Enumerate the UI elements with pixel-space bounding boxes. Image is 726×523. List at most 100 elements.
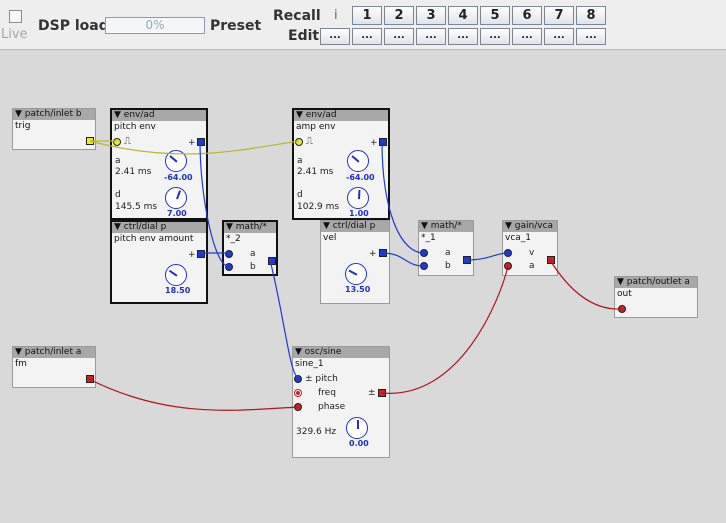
- preset-edit-button-i[interactable]: ...: [320, 28, 350, 45]
- decay-value: 145.5 ms: [115, 202, 158, 212]
- object-header[interactable]: ▼ env/ad: [294, 110, 388, 121]
- object-header[interactable]: ▼ math/*: [224, 222, 276, 233]
- outlet-sign: ±: [368, 388, 376, 398]
- object-header[interactable]: ▼ env/ad: [112, 110, 206, 121]
- instance-name: amp env: [296, 122, 336, 132]
- inlet-a-port[interactable]: [225, 250, 233, 258]
- preset-recall-button-8[interactable]: 8: [576, 6, 606, 25]
- trigger-icon: ⎍: [124, 136, 131, 147]
- dsp-load-meter: 0%: [105, 17, 205, 34]
- instance-name: pitch env amount: [114, 234, 194, 244]
- dial-outlet-port[interactable]: [197, 250, 205, 258]
- instance-name: sine_1: [295, 359, 324, 369]
- dial-value: 18.50: [165, 286, 191, 295]
- inlet-v-port[interactable]: [504, 249, 512, 257]
- preset-recall-button-1[interactable]: 1: [352, 6, 382, 25]
- instance-name: vca_1: [505, 233, 532, 243]
- object-header[interactable]: ▼ math/*: [419, 221, 473, 232]
- object-header[interactable]: ▼ ctrl/dial p: [112, 222, 206, 233]
- inlet-port[interactable]: [618, 305, 626, 313]
- dial-outlet-port[interactable]: [379, 249, 387, 257]
- trig-inlet-port[interactable]: [295, 138, 303, 146]
- preset-recall-button-3[interactable]: 3: [416, 6, 446, 25]
- preset-edit-button-7[interactable]: ...: [544, 28, 574, 45]
- decay-knob[interactable]: [165, 187, 187, 209]
- wave-outlet-port[interactable]: [378, 389, 386, 397]
- preset-recall-button-2[interactable]: 2: [384, 6, 414, 25]
- vel-dial-object[interactable]: ▼ ctrl/dial p vel + 13.50: [320, 220, 390, 304]
- pitch-knob[interactable]: [346, 417, 368, 439]
- outlet-port[interactable]: [86, 137, 94, 145]
- inlet-a-label: a: [529, 261, 535, 271]
- preset-edit-button-8[interactable]: ...: [576, 28, 606, 45]
- preset-edit-button-3[interactable]: ...: [416, 28, 446, 45]
- phase-inlet-label: phase: [318, 402, 346, 412]
- trig-inlet-port[interactable]: [113, 138, 121, 146]
- instance-name: out: [617, 289, 632, 299]
- env-outlet-port[interactable]: [379, 138, 387, 146]
- outlet-port[interactable]: [86, 375, 94, 383]
- recall-info-button[interactable]: i: [334, 8, 338, 23]
- inlet-a-port[interactable]: [504, 262, 512, 270]
- live-checkbox[interactable]: [9, 10, 22, 23]
- preset-edit-button-2[interactable]: ...: [384, 28, 414, 45]
- pitch-env-amount-dial-object[interactable]: ▼ ctrl/dial p pitch env amount + 18.50: [110, 220, 208, 304]
- phase-inlet-port[interactable]: [294, 403, 302, 411]
- outlet-port[interactable]: [463, 256, 471, 264]
- preset-recall-button-5[interactable]: 5: [480, 6, 510, 25]
- object-header[interactable]: ▼ osc/sine: [293, 347, 389, 358]
- attack-knob[interactable]: [165, 150, 187, 172]
- object-header[interactable]: ▼ patch/inlet b: [13, 109, 95, 120]
- decay-knob-value: 1.00: [349, 209, 369, 218]
- dsp-load-label: DSP load: [38, 18, 109, 34]
- preset-edit-button-4[interactable]: ...: [448, 28, 478, 45]
- attack-value: 2.41 ms: [297, 167, 334, 177]
- preset-recall-button-6[interactable]: 6: [512, 6, 542, 25]
- inlet-a-object[interactable]: ▼ patch/inlet a fm: [12, 346, 96, 388]
- inlet-a-label: a: [445, 248, 451, 258]
- dial-knob[interactable]: [345, 263, 367, 285]
- inlet-a-port[interactable]: [420, 249, 428, 257]
- inlet-b-port[interactable]: [420, 262, 428, 270]
- preset-edit-button-5[interactable]: ...: [480, 28, 510, 45]
- decay-knob[interactable]: [347, 187, 369, 209]
- object-header[interactable]: ▼ ctrl/dial p: [321, 221, 389, 232]
- freq-inlet-port[interactable]: [294, 389, 302, 397]
- instance-name: *_2: [226, 234, 241, 244]
- pitch-env-object[interactable]: ▼ env/ad pitch env ⎍ + a 2.41 ms -64.00 …: [110, 108, 208, 220]
- attack-value: 2.41 ms: [115, 167, 152, 177]
- env-outlet-port[interactable]: [197, 138, 205, 146]
- outlet-port[interactable]: [547, 256, 555, 264]
- decay-label: d: [297, 190, 303, 200]
- inlet-b-label: b: [445, 261, 451, 271]
- inlet-b-object[interactable]: ▼ patch/inlet b trig: [12, 108, 96, 150]
- preset-recall-button-4[interactable]: 4: [448, 6, 478, 25]
- outlet-sign: +: [370, 138, 378, 148]
- instance-name: vel: [323, 233, 337, 243]
- outlet-sign: +: [188, 138, 196, 148]
- object-header[interactable]: ▼ gain/vca: [503, 221, 557, 232]
- instance-name: trig: [15, 121, 31, 131]
- outlet-a-object[interactable]: ▼ patch/outlet a out: [614, 276, 698, 318]
- attack-knob[interactable]: [347, 150, 369, 172]
- vca-object[interactable]: ▼ gain/vca vca_1 v a: [502, 220, 558, 276]
- amp-env-object[interactable]: ▼ env/ad amp env ⎍ + a 2.41 ms -64.00 d …: [292, 108, 390, 220]
- preset-edit-button-6[interactable]: ...: [512, 28, 542, 45]
- multiply-1-object[interactable]: ▼ math/* *_1 a b: [418, 220, 474, 276]
- sine-osc-object[interactable]: ▼ osc/sine sine_1 ± pitch freq phase ± 3…: [292, 346, 390, 458]
- preset-edit-button-1[interactable]: ...: [352, 28, 382, 45]
- recall-label: Recall: [273, 8, 321, 24]
- object-header[interactable]: ▼ patch/outlet a: [615, 277, 697, 288]
- preset-recall-button-7[interactable]: 7: [544, 6, 574, 25]
- outlet-port[interactable]: [268, 257, 276, 265]
- object-header[interactable]: ▼ patch/inlet a: [13, 347, 95, 358]
- inlet-b-port[interactable]: [225, 263, 233, 271]
- dial-knob[interactable]: [165, 264, 187, 286]
- instance-name: fm: [15, 359, 27, 369]
- inlet-b-label: b: [250, 262, 256, 272]
- multiply-2-object[interactable]: ▼ math/* *_2 a b: [222, 220, 278, 276]
- attack-label: a: [297, 156, 303, 166]
- pitch-knob-value: 0.00: [349, 439, 369, 448]
- pitch-inlet-port[interactable]: [294, 375, 302, 383]
- edit-label: Edit: [288, 28, 320, 44]
